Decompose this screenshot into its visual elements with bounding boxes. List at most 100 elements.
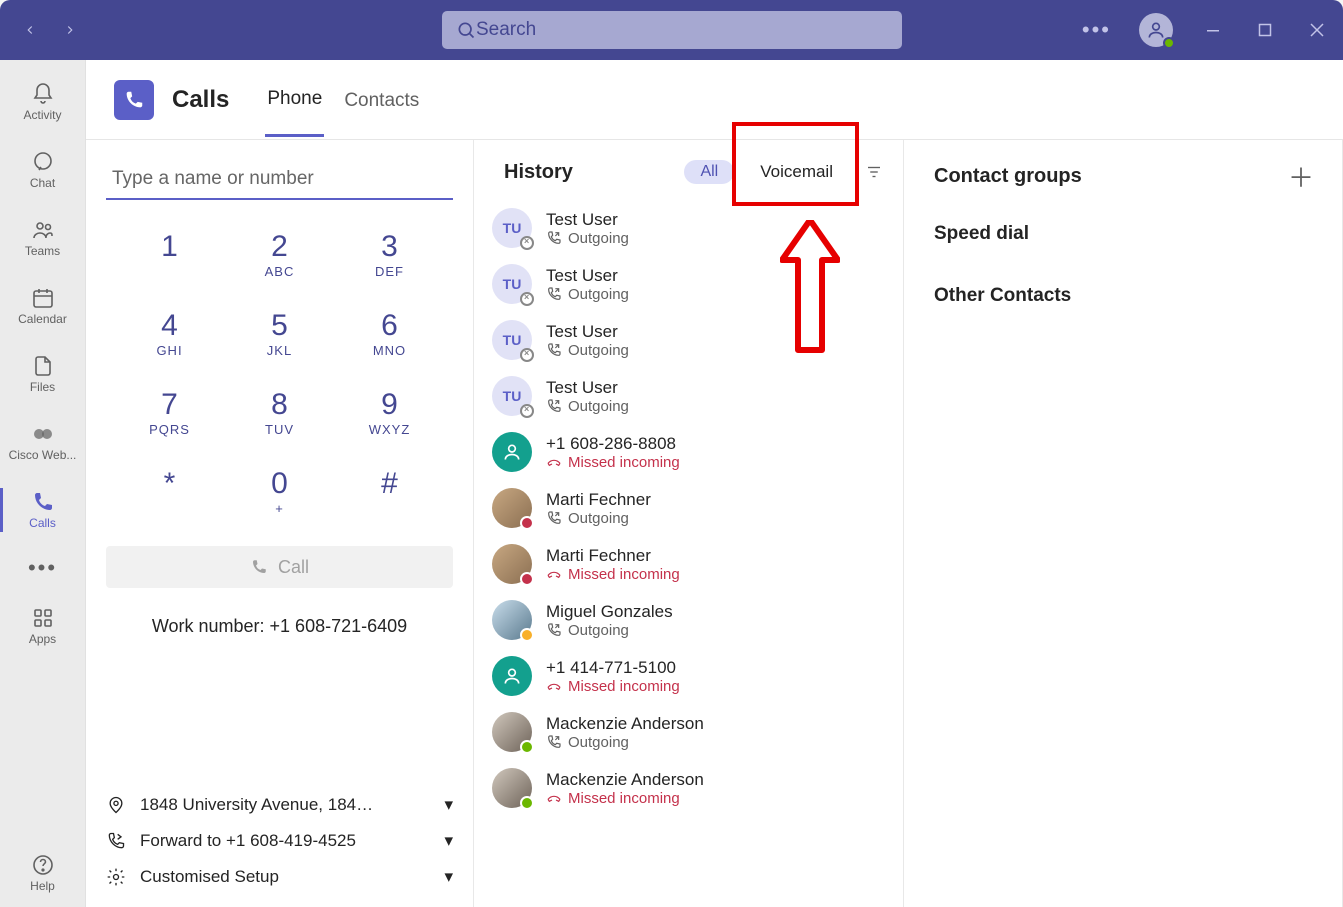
presence-badge (520, 516, 534, 530)
dialpad-key-0[interactable]: 0+ (230, 467, 330, 516)
phone-icon (250, 558, 268, 576)
dialpad-key-8[interactable]: 8TUV (230, 388, 330, 437)
rail-files-label: Files (30, 380, 55, 394)
history-item-status: Outgoing (546, 286, 629, 303)
presence-badge (520, 348, 534, 362)
history-item[interactable]: TUTest UserOutgoing (474, 200, 903, 256)
history-item-name: Miguel Gonzales (546, 602, 673, 622)
history-list: TUTest UserOutgoingTUTest UserOutgoingTU… (474, 196, 903, 907)
history-item-name: +1 608-286-8808 (546, 434, 680, 454)
dialpad-key-4[interactable]: 4GHI (120, 309, 220, 358)
history-item[interactable]: Mackenzie AndersonOutgoing (474, 704, 903, 760)
voicemail-label: Voicemail (760, 162, 833, 181)
history-filter-all[interactable]: All (684, 160, 734, 184)
search-bar[interactable] (442, 11, 902, 49)
history-item[interactable]: Mackenzie AndersonMissed incoming (474, 760, 903, 816)
history-item-name: Test User (546, 322, 629, 342)
filter-icon[interactable] (865, 163, 883, 181)
history-item-name: Mackenzie Anderson (546, 770, 704, 790)
dialpad-key-6[interactable]: 6MNO (340, 309, 440, 358)
rail-calls-label: Calls (29, 516, 56, 530)
rail-activity[interactable]: Activity (0, 68, 86, 136)
dialpad-key-9[interactable]: 9WXYZ (340, 388, 440, 437)
dial-pane: 1 2ABC3DEF 4GHI5JKL6MNO 7PQRS8TUV9WXYZ * 0+… (86, 140, 474, 907)
dialpad-key-#[interactable]: # (340, 467, 440, 516)
dialpad-key-7[interactable]: 7PQRS (120, 388, 220, 437)
dialpad-key-*[interactable]: * (120, 467, 220, 516)
custom-setup-row[interactable]: Customised Setup ▾ (106, 867, 453, 887)
tab-phone[interactable]: Phone (265, 62, 324, 137)
rail-teams[interactable]: Teams (0, 204, 86, 272)
rail-more[interactable]: ••• (0, 544, 86, 592)
back-button[interactable] (14, 14, 46, 46)
history-item-status: Missed incoming (546, 454, 680, 471)
forward-row[interactable]: Forward to +1 608-419-4525 ▾ (106, 831, 453, 851)
history-item[interactable]: Marti FechnerOutgoing (474, 480, 903, 536)
search-icon (456, 20, 476, 40)
rail-calls[interactable]: Calls (0, 476, 86, 544)
teams-icon (31, 218, 55, 242)
history-pane: History All Voicemail TUTest UserOutgoin… (474, 140, 904, 907)
more-icon[interactable]: ••• (1082, 17, 1111, 43)
tab-contacts[interactable]: Contacts (342, 64, 421, 136)
presence-badge (520, 740, 534, 754)
location-row[interactable]: 1848 University Avenue, 1848 ... ▾ (106, 795, 453, 815)
history-item[interactable]: +1 414-771-5100Missed incoming (474, 648, 903, 704)
history-item[interactable]: TUTest UserOutgoing (474, 312, 903, 368)
history-item[interactable]: TUTest UserOutgoing (474, 256, 903, 312)
add-group-button[interactable]: ＋ (1288, 158, 1314, 195)
dial-input[interactable] (106, 160, 453, 200)
maximize-button[interactable] (1253, 18, 1277, 42)
history-title: History (504, 161, 573, 184)
forward-text: Forward to +1 608-419-4525 (140, 831, 356, 851)
avatar: TU (492, 264, 532, 304)
profile-avatar[interactable] (1139, 13, 1173, 47)
chat-icon (31, 150, 55, 174)
webex-icon (31, 422, 55, 446)
calendar-icon (31, 286, 55, 310)
group-speed-dial[interactable]: Speed dial (934, 223, 1312, 245)
missed-call-icon (546, 454, 562, 470)
rail-help[interactable]: Help (0, 839, 86, 907)
forward-button[interactable] (54, 14, 86, 46)
dialpad-key-5[interactable]: 5JKL (230, 309, 330, 358)
dialpad-key-3[interactable]: 3DEF (340, 230, 440, 279)
dialpad-key-2[interactable]: 2ABC (230, 230, 330, 279)
outgoing-call-icon (546, 510, 562, 526)
search-input[interactable] (476, 19, 888, 41)
outgoing-call-icon (546, 734, 562, 750)
history-item-name: Test User (546, 210, 629, 230)
avatar (492, 488, 532, 528)
presence-badge (520, 796, 534, 810)
minimize-button[interactable] (1201, 18, 1225, 42)
missed-call-icon (546, 566, 562, 582)
rail-files[interactable]: Files (0, 340, 86, 408)
avatar (492, 656, 532, 696)
rail-calendar[interactable]: Calendar (0, 272, 86, 340)
rail-webex-label: Cisco Web... (9, 448, 77, 462)
missed-call-icon (546, 790, 562, 806)
rail-apps[interactable]: Apps (0, 592, 86, 660)
files-icon (31, 354, 55, 378)
history-item[interactable]: TUTest UserOutgoing (474, 368, 903, 424)
presence-available-icon (1163, 37, 1175, 49)
avatar (492, 768, 532, 808)
history-tab-voicemail[interactable]: Voicemail (746, 158, 847, 186)
history-item-status: Outgoing (546, 622, 673, 639)
rail-chat[interactable]: Chat (0, 136, 86, 204)
help-icon (31, 853, 55, 877)
dialpad-key-1[interactable]: 1 (120, 230, 220, 279)
work-number: Work number: +1 608-721-6409 (106, 616, 453, 637)
history-item-name: Test User (546, 378, 629, 398)
calls-app-icon (114, 80, 154, 120)
history-item[interactable]: Miguel GonzalesOutgoing (474, 592, 903, 648)
page-title: Calls (172, 86, 229, 114)
chevron-down-icon: ▾ (444, 831, 453, 851)
close-button[interactable] (1305, 18, 1329, 42)
rail-webex[interactable]: Cisco Web... (0, 408, 86, 476)
history-item-name: Marti Fechner (546, 490, 651, 510)
call-button[interactable]: Call (106, 546, 453, 588)
history-item[interactable]: +1 608-286-8808Missed incoming (474, 424, 903, 480)
history-item[interactable]: Marti FechnerMissed incoming (474, 536, 903, 592)
group-other-contacts[interactable]: Other Contacts (934, 285, 1312, 307)
